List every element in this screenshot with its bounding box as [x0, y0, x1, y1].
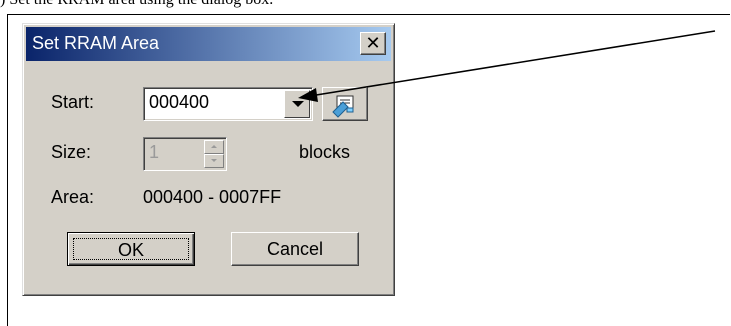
callout-arrow [298, 30, 716, 102]
